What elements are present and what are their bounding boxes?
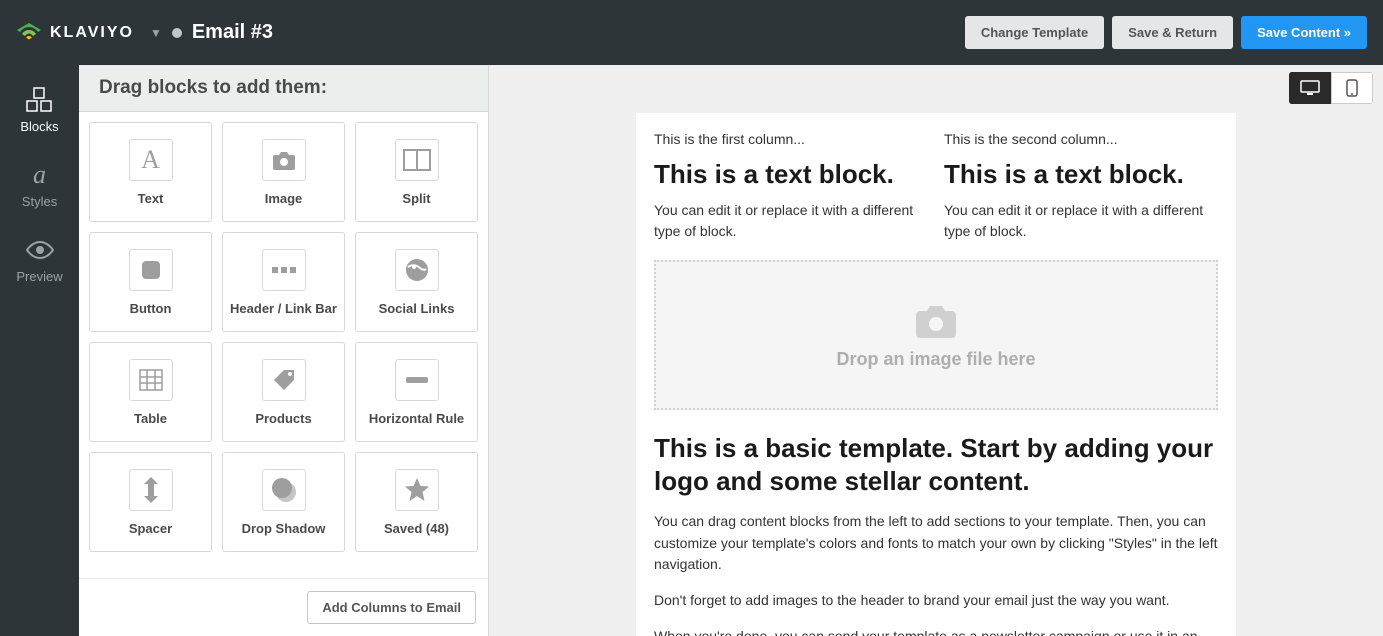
col1-title: This is a text block. — [654, 159, 928, 190]
body-paragraph-3[interactable]: When you're done, you can send your temp… — [654, 626, 1218, 636]
panel-heading: Drag blocks to add them: — [79, 65, 488, 112]
column-2[interactable]: This is the second column... This is a t… — [944, 131, 1218, 242]
klaviyo-logo-icon — [16, 21, 42, 45]
block-drop-shadow[interactable]: Drop Shadow — [222, 452, 345, 552]
body-paragraph-2[interactable]: Don't forget to add images to the header… — [654, 590, 1218, 612]
brand-logo[interactable]: KLAVIYO — [16, 21, 134, 45]
block-text[interactable]: A Text — [89, 122, 212, 222]
ellipsis-icon — [262, 249, 306, 291]
split-icon — [395, 139, 439, 181]
camera-icon — [914, 301, 958, 339]
desktop-view-button[interactable] — [1289, 72, 1331, 104]
mobile-icon — [1346, 79, 1358, 97]
blocks-panel: Drag blocks to add them: A Text Image Sp… — [79, 65, 489, 636]
sidebar-item-blocks[interactable]: Blocks — [20, 87, 58, 134]
brand-text: KLAVIYO — [50, 24, 134, 42]
two-column-row: This is the first column... This is a te… — [654, 131, 1218, 242]
preview-icon — [25, 237, 55, 263]
block-social-links[interactable]: Social Links — [355, 232, 478, 332]
add-columns-button[interactable]: Add Columns to Email — [307, 591, 476, 624]
block-image[interactable]: Image — [222, 122, 345, 222]
col1-text: You can edit it or replace it with a dif… — [654, 200, 928, 242]
block-horizontal-rule[interactable]: Horizontal Rule — [355, 342, 478, 442]
canvas-area: This is the first column... This is a te… — [489, 65, 1383, 636]
block-saved[interactable]: Saved (48) — [355, 452, 478, 552]
change-template-button[interactable]: Change Template — [965, 16, 1104, 49]
save-return-button[interactable]: Save & Return — [1112, 16, 1233, 49]
header-actions: Change Template Save & Return Save Conte… — [965, 16, 1367, 49]
status-dot-icon — [172, 28, 182, 38]
sidebar-preview-label: Preview — [16, 269, 62, 284]
hr-icon — [395, 359, 439, 401]
desktop-icon — [1300, 80, 1320, 96]
main-heading[interactable]: This is a basic template. Start by addin… — [654, 432, 1218, 497]
sidebar-styles-label: Styles — [22, 194, 57, 209]
viewport-toggle — [1289, 72, 1373, 104]
sidebar-nav: Blocks a Styles Preview — [0, 65, 79, 636]
column-1[interactable]: This is the first column... This is a te… — [654, 131, 928, 242]
star-icon — [395, 469, 439, 511]
title-area: ▼ Email #3 — [150, 21, 273, 44]
block-table[interactable]: Table — [89, 342, 212, 442]
block-split[interactable]: Split — [355, 122, 478, 222]
block-button[interactable]: Button — [89, 232, 212, 332]
spacer-icon — [129, 469, 173, 511]
col2-text: You can edit it or replace it with a dif… — [944, 200, 1218, 242]
body-paragraph-1[interactable]: You can drag content blocks from the lef… — [654, 511, 1218, 576]
email-title[interactable]: Email #3 — [192, 21, 273, 44]
block-header-link-bar[interactable]: Header / Link Bar — [222, 232, 345, 332]
blocks-icon — [24, 87, 54, 113]
globe-icon — [395, 249, 439, 291]
save-content-button[interactable]: Save Content » — [1241, 16, 1367, 49]
dropzone-text: Drop an image file here — [836, 349, 1035, 370]
col1-hint: This is the first column... — [654, 131, 928, 147]
col2-title: This is a text block. — [944, 159, 1218, 190]
dropdown-caret-icon[interactable]: ▼ — [150, 26, 162, 40]
email-canvas[interactable]: This is the first column... This is a te… — [636, 113, 1236, 636]
image-icon — [262, 139, 306, 181]
sidebar-blocks-label: Blocks — [20, 119, 58, 134]
app-header: KLAVIYO ▼ Email #3 Change Template Save … — [0, 0, 1383, 65]
block-products[interactable]: Products — [222, 342, 345, 442]
styles-icon: a — [25, 162, 55, 188]
image-dropzone[interactable]: Drop an image file here — [654, 260, 1218, 410]
tag-icon — [262, 359, 306, 401]
header-left: KLAVIYO ▼ Email #3 — [16, 21, 273, 45]
sidebar-item-preview[interactable]: Preview — [16, 237, 62, 284]
block-spacer[interactable]: Spacer — [89, 452, 212, 552]
drop-shadow-icon — [262, 469, 306, 511]
col2-hint: This is the second column... — [944, 131, 1218, 147]
text-icon: A — [129, 139, 173, 181]
mobile-view-button[interactable] — [1331, 72, 1373, 104]
table-icon — [129, 359, 173, 401]
button-icon — [129, 249, 173, 291]
sidebar-item-styles[interactable]: a Styles — [22, 162, 57, 209]
